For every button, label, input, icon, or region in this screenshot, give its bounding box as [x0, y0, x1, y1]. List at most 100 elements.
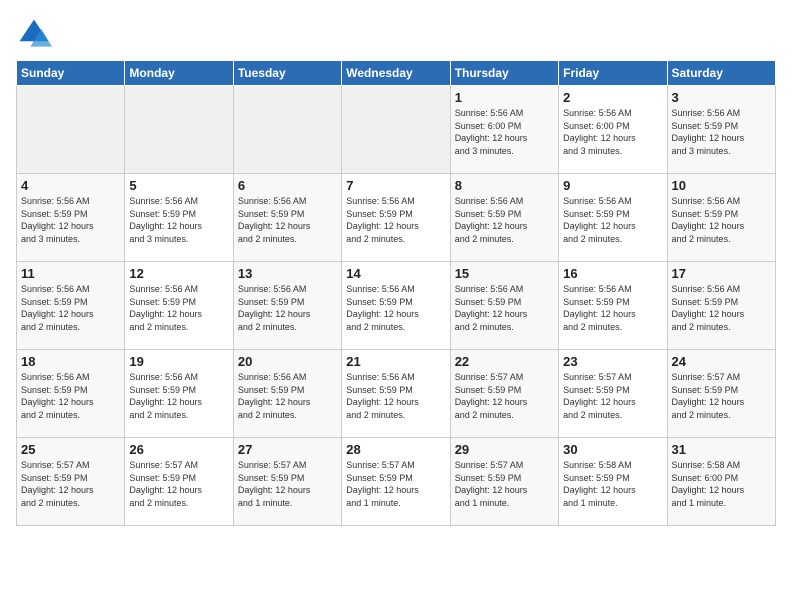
column-header-sunday: Sunday [17, 61, 125, 86]
day-cell: 1 Sunrise: 5:56 AM Sunset: 6:00 PM Daylig… [450, 86, 558, 174]
day-info: Sunrise: 5:57 AM Sunset: 5:59 PM Dayligh… [21, 459, 120, 509]
day-info: Sunrise: 5:57 AM Sunset: 5:59 PM Dayligh… [455, 371, 554, 421]
day-info: Sunrise: 5:56 AM Sunset: 5:59 PM Dayligh… [238, 371, 337, 421]
day-cell: 8Sunrise: 5:56 AM Sunset: 5:59 PM Daylig… [450, 174, 558, 262]
week-row-5: 25 Sunrise: 5:57 AM Sunset: 5:59 PM Dayli… [17, 438, 776, 526]
day-info: Sunrise: 5:56 AM Sunset: 5:59 PM Dayligh… [21, 195, 120, 245]
day-cell: 26 Sunrise: 5:57 AM Sunset: 5:59 PM Dayli… [125, 438, 233, 526]
day-number: 11 [21, 266, 120, 281]
day-info: Sunrise: 5:56 AM Sunset: 5:59 PM Dayligh… [21, 283, 120, 333]
week-row-3: 11 Sunrise: 5:56 AM Sunset: 5:59 PM Dayli… [17, 262, 776, 350]
day-cell: 10 Sunrise: 5:56 AM Sunset: 5:59 PM Dayli… [667, 174, 775, 262]
day-number: 6 [238, 178, 337, 193]
day-number: 9 [563, 178, 662, 193]
day-number: 29 [455, 442, 554, 457]
column-header-thursday: Thursday [450, 61, 558, 86]
day-info: Sunrise: 5:58 AM Sunset: 6:00 PM Dayligh… [672, 459, 771, 509]
day-cell: 9 Sunrise: 5:56 AM Sunset: 5:59 PM Daylig… [559, 174, 667, 262]
week-row-1: 1 Sunrise: 5:56 AM Sunset: 6:00 PM Daylig… [17, 86, 776, 174]
calendar-table: SundayMondayTuesdayWednesdayThursdayFrid… [16, 60, 776, 526]
day-info: Sunrise: 5:56 AM Sunset: 5:59 PM Dayligh… [672, 283, 771, 333]
day-number: 14 [346, 266, 445, 281]
day-cell: 3Sunrise: 5:56 AM Sunset: 5:59 PM Daylig… [667, 86, 775, 174]
day-number: 10 [672, 178, 771, 193]
day-cell [233, 86, 341, 174]
day-cell: 22 Sunrise: 5:57 AM Sunset: 5:59 PM Dayli… [450, 350, 558, 438]
day-info: Sunrise: 5:56 AM Sunset: 5:59 PM Dayligh… [563, 283, 662, 333]
day-info: Sunrise: 5:56 AM Sunset: 5:59 PM Dayligh… [455, 195, 554, 245]
column-header-tuesday: Tuesday [233, 61, 341, 86]
day-info: Sunrise: 5:57 AM Sunset: 5:59 PM Dayligh… [672, 371, 771, 421]
day-info: Sunrise: 5:56 AM Sunset: 6:00 PM Dayligh… [563, 107, 662, 157]
day-cell: 29 Sunrise: 5:57 AM Sunset: 5:59 PM Dayli… [450, 438, 558, 526]
day-info: Sunrise: 5:56 AM Sunset: 6:00 PM Dayligh… [455, 107, 554, 157]
day-cell: 16Sunrise: 5:56 AM Sunset: 5:59 PM Dayli… [559, 262, 667, 350]
day-cell: 2 Sunrise: 5:56 AM Sunset: 6:00 PM Daylig… [559, 86, 667, 174]
column-header-monday: Monday [125, 61, 233, 86]
column-header-wednesday: Wednesday [342, 61, 450, 86]
day-number: 28 [346, 442, 445, 457]
day-number: 25 [21, 442, 120, 457]
day-number: 1 [455, 90, 554, 105]
day-cell: 27 Sunrise: 5:57 AM Sunset: 5:59 PM Dayli… [233, 438, 341, 526]
day-number: 12 [129, 266, 228, 281]
day-info: Sunrise: 5:56 AM Sunset: 5:59 PM Dayligh… [21, 371, 120, 421]
day-cell: 23Sunrise: 5:57 AM Sunset: 5:59 PM Dayli… [559, 350, 667, 438]
day-info: Sunrise: 5:57 AM Sunset: 5:59 PM Dayligh… [238, 459, 337, 509]
day-info: Sunrise: 5:56 AM Sunset: 5:59 PM Dayligh… [455, 283, 554, 333]
day-number: 21 [346, 354, 445, 369]
page-header [16, 16, 776, 52]
day-info: Sunrise: 5:56 AM Sunset: 5:59 PM Dayligh… [346, 283, 445, 333]
day-number: 2 [563, 90, 662, 105]
day-number: 7 [346, 178, 445, 193]
day-number: 30 [563, 442, 662, 457]
day-number: 17 [672, 266, 771, 281]
day-number: 13 [238, 266, 337, 281]
day-cell [17, 86, 125, 174]
day-number: 22 [455, 354, 554, 369]
day-info: Sunrise: 5:56 AM Sunset: 5:59 PM Dayligh… [238, 195, 337, 245]
day-cell: 13 Sunrise: 5:56 AM Sunset: 5:59 PM Dayli… [233, 262, 341, 350]
day-cell: 6 Sunrise: 5:56 AM Sunset: 5:59 PM Daylig… [233, 174, 341, 262]
day-number: 15 [455, 266, 554, 281]
day-info: Sunrise: 5:57 AM Sunset: 5:59 PM Dayligh… [455, 459, 554, 509]
week-row-2: 4 Sunrise: 5:56 AM Sunset: 5:59 PM Daylig… [17, 174, 776, 262]
day-info: Sunrise: 5:56 AM Sunset: 5:59 PM Dayligh… [346, 371, 445, 421]
day-info: Sunrise: 5:56 AM Sunset: 5:59 PM Dayligh… [129, 195, 228, 245]
column-header-saturday: Saturday [667, 61, 775, 86]
day-cell: 19 Sunrise: 5:56 AM Sunset: 5:59 PM Dayli… [125, 350, 233, 438]
day-number: 24 [672, 354, 771, 369]
day-cell: 20 Sunrise: 5:56 AM Sunset: 5:59 PM Dayli… [233, 350, 341, 438]
day-info: Sunrise: 5:56 AM Sunset: 5:59 PM Dayligh… [563, 195, 662, 245]
day-info: Sunrise: 5:56 AM Sunset: 5:59 PM Dayligh… [672, 107, 771, 157]
day-number: 18 [21, 354, 120, 369]
day-cell: 12 Sunrise: 5:56 AM Sunset: 5:59 PM Dayli… [125, 262, 233, 350]
week-row-4: 18 Sunrise: 5:56 AM Sunset: 5:59 PM Dayli… [17, 350, 776, 438]
logo-icon [16, 16, 52, 52]
day-info: Sunrise: 5:56 AM Sunset: 5:59 PM Dayligh… [129, 283, 228, 333]
day-number: 19 [129, 354, 228, 369]
day-info: Sunrise: 5:56 AM Sunset: 5:59 PM Dayligh… [346, 195, 445, 245]
day-cell [125, 86, 233, 174]
day-number: 4 [21, 178, 120, 193]
day-number: 23 [563, 354, 662, 369]
day-number: 26 [129, 442, 228, 457]
day-cell: 4 Sunrise: 5:56 AM Sunset: 5:59 PM Daylig… [17, 174, 125, 262]
day-number: 31 [672, 442, 771, 457]
day-number: 27 [238, 442, 337, 457]
day-info: Sunrise: 5:58 AM Sunset: 5:59 PM Dayligh… [563, 459, 662, 509]
day-cell: 17 Sunrise: 5:56 AM Sunset: 5:59 PM Dayli… [667, 262, 775, 350]
day-number: 20 [238, 354, 337, 369]
day-cell: 7 Sunrise: 5:56 AM Sunset: 5:59 PM Daylig… [342, 174, 450, 262]
day-info: Sunrise: 5:57 AM Sunset: 5:59 PM Dayligh… [346, 459, 445, 509]
day-cell [342, 86, 450, 174]
logo [16, 16, 56, 52]
day-cell: 14 Sunrise: 5:56 AM Sunset: 5:59 PM Dayli… [342, 262, 450, 350]
day-info: Sunrise: 5:56 AM Sunset: 5:59 PM Dayligh… [672, 195, 771, 245]
day-cell: 11 Sunrise: 5:56 AM Sunset: 5:59 PM Dayli… [17, 262, 125, 350]
day-cell: 21 Sunrise: 5:56 AM Sunset: 5:59 PM Dayli… [342, 350, 450, 438]
day-cell: 25 Sunrise: 5:57 AM Sunset: 5:59 PM Dayli… [17, 438, 125, 526]
day-info: Sunrise: 5:56 AM Sunset: 5:59 PM Dayligh… [129, 371, 228, 421]
day-info: Sunrise: 5:56 AM Sunset: 5:59 PM Dayligh… [238, 283, 337, 333]
day-info: Sunrise: 5:57 AM Sunset: 5:59 PM Dayligh… [129, 459, 228, 509]
